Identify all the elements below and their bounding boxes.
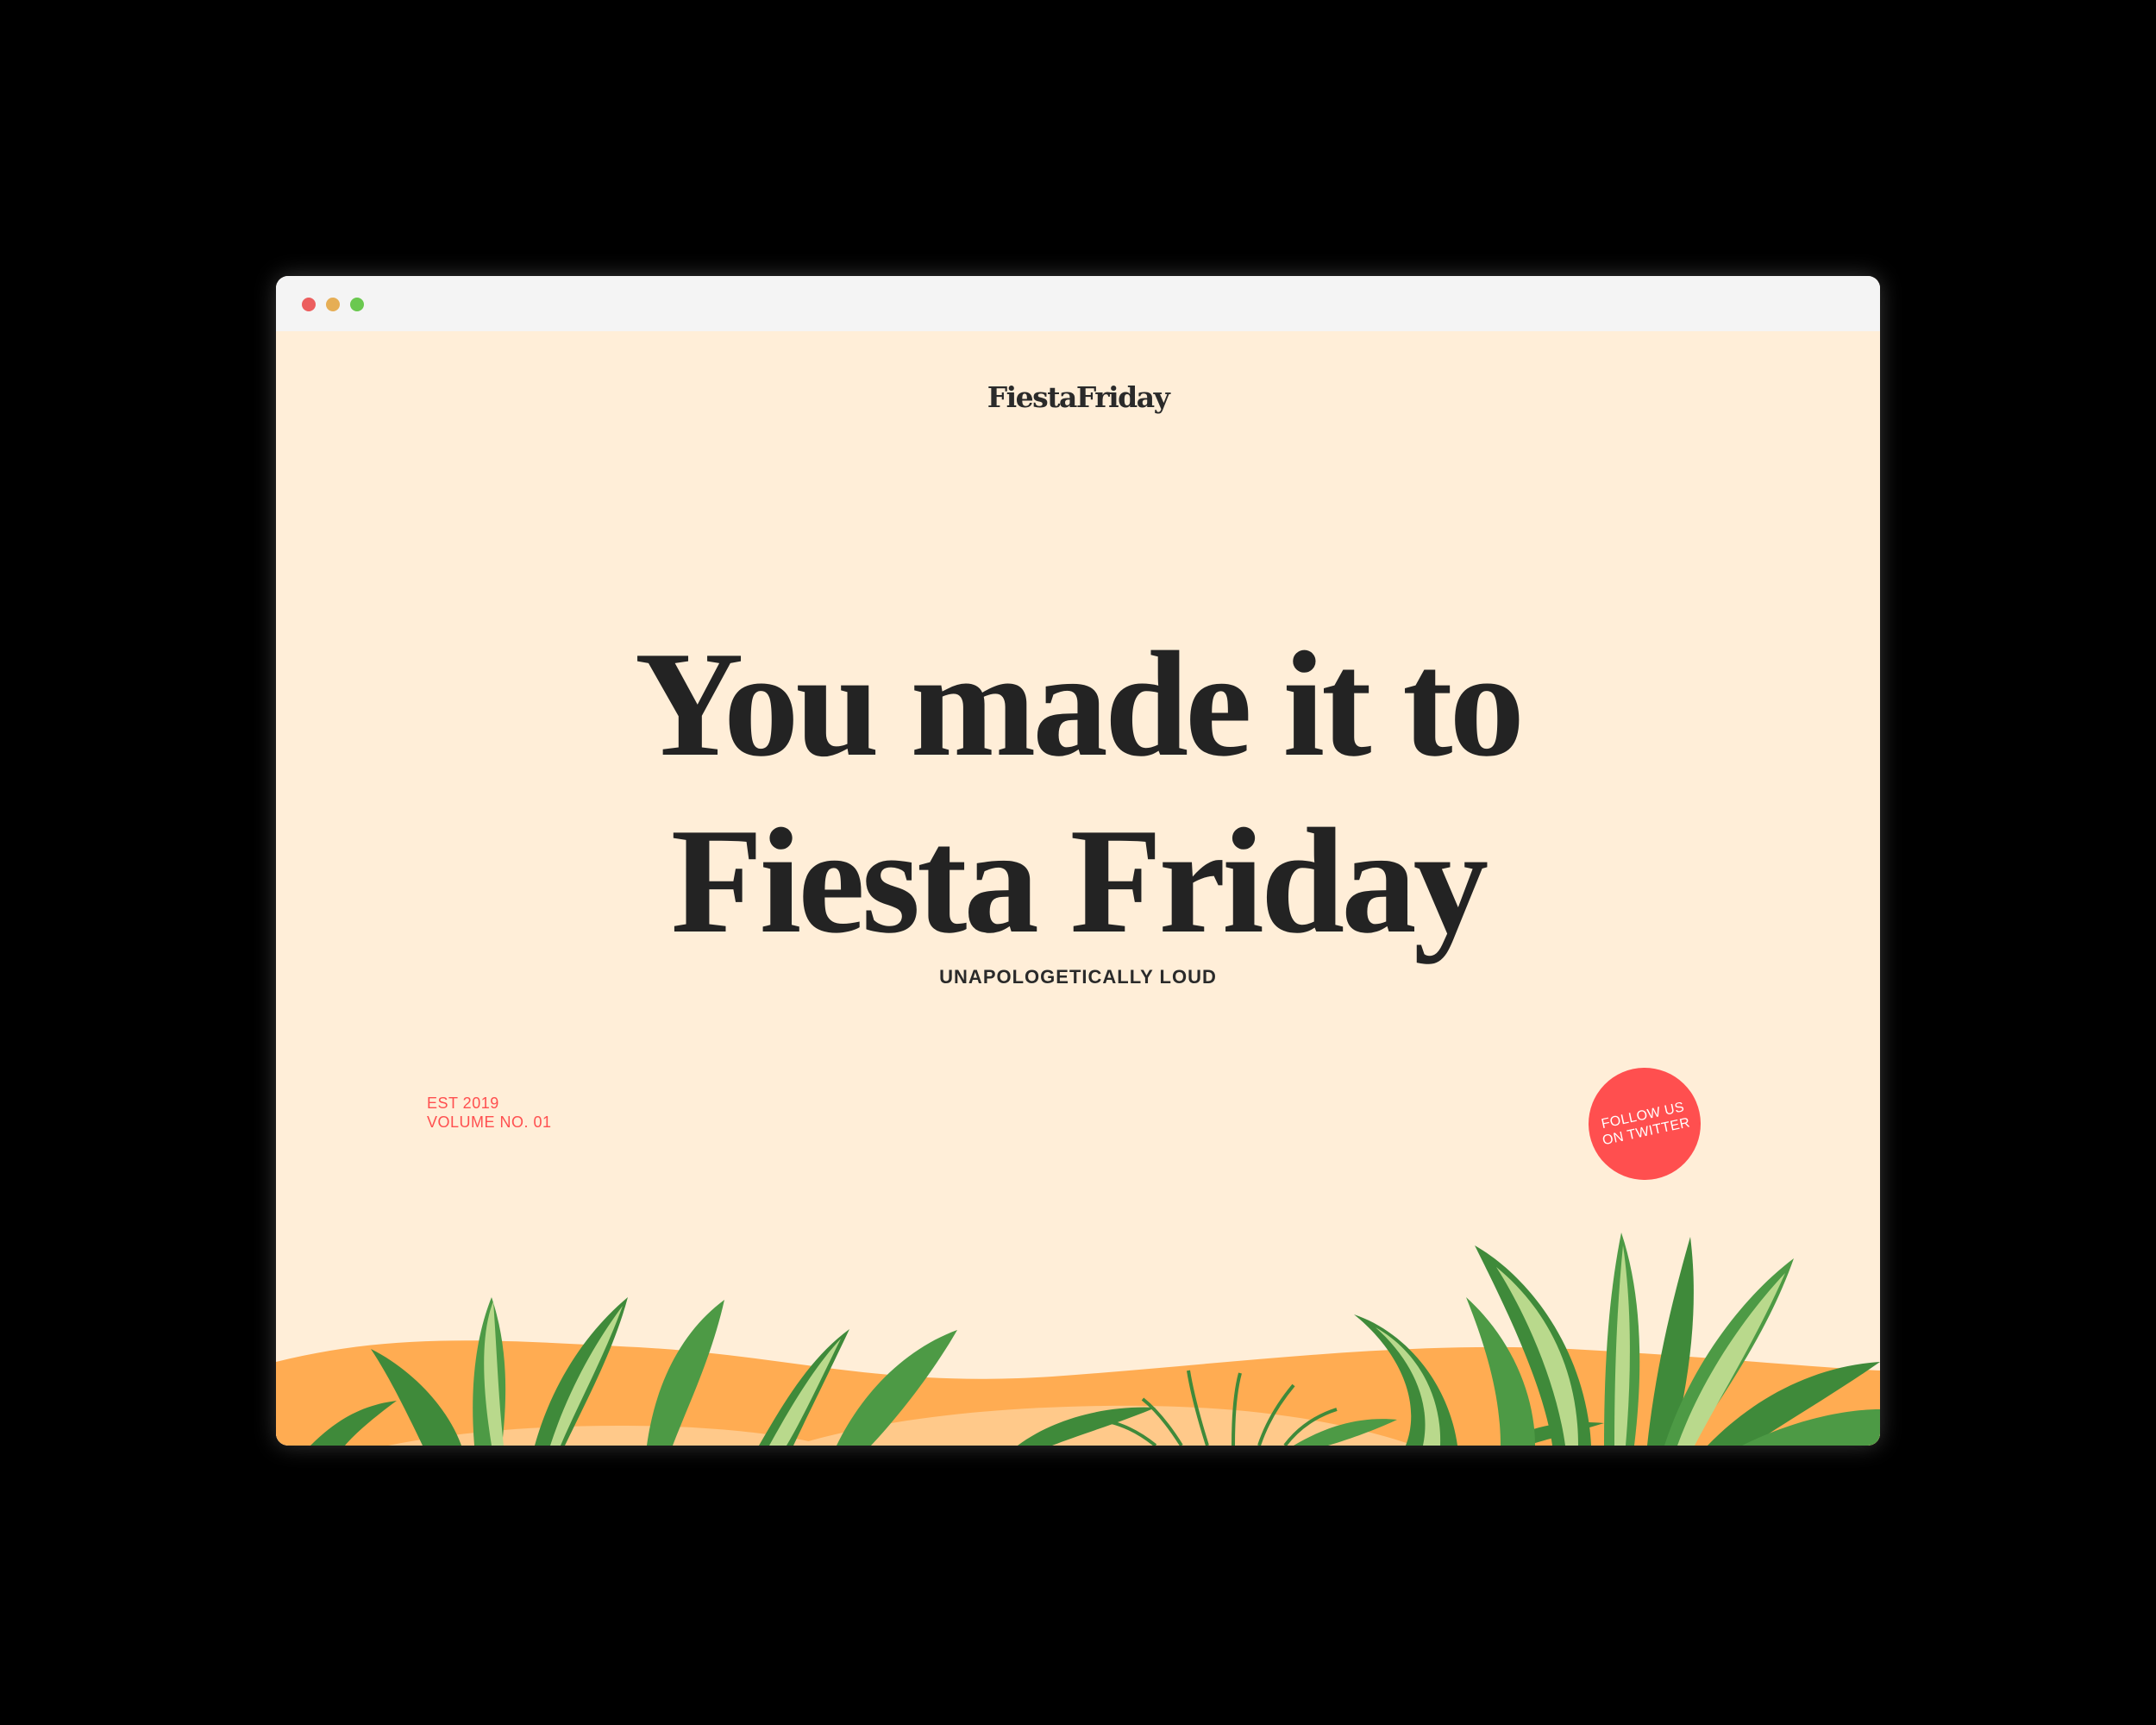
edition-info: EST 2019 VOLUME NO. 01: [427, 1094, 552, 1132]
close-window-icon[interactable]: [302, 298, 316, 311]
volume-number: VOLUME NO. 01: [427, 1113, 552, 1131]
maximize-window-icon[interactable]: [350, 298, 364, 311]
hero-headline-line-2: Fiesta Friday: [670, 797, 1489, 964]
landing-page: FiestaFriday You made it to Fiesta Frida…: [276, 331, 1880, 1446]
window-titlebar: [276, 276, 1880, 331]
hero-tagline: UNAPOLOGETICALLY LOUD: [939, 966, 1217, 988]
established-year: EST 2019: [427, 1095, 499, 1112]
minimize-window-icon[interactable]: [326, 298, 340, 311]
site-logo[interactable]: FiestaFriday: [276, 380, 1880, 414]
hero-headline-line-1: You made it to: [634, 620, 1525, 787]
hero-headline: You made it to Fiesta Friday: [276, 616, 1880, 969]
browser-window: FiestaFriday You made it to Fiesta Frida…: [276, 276, 1880, 1446]
